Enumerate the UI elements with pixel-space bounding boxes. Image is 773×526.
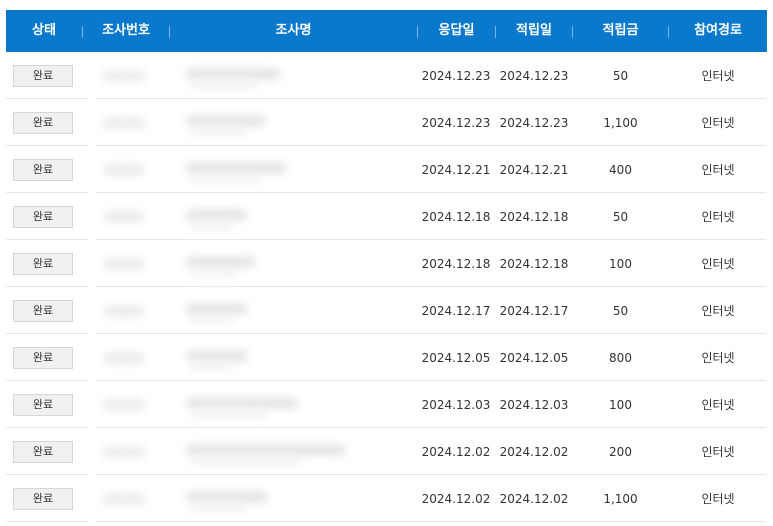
status-button[interactable]: 완료 [13, 346, 73, 369]
cell-participation-channel: 인터넷 [701, 68, 735, 83]
redacted-survey-name-line [190, 80, 257, 89]
status-button[interactable]: 완료 [13, 158, 73, 181]
redacted-survey-number [103, 116, 145, 129]
status-button[interactable]: 완료 [13, 487, 73, 510]
header-accrual-date: 적립일 [516, 23, 552, 38]
status-button[interactable]: 완료 [13, 205, 73, 228]
cell-response-date: 2024.12.05 [421, 350, 491, 365]
header-status: 상태 [32, 23, 56, 38]
header-survey-number: 조사번호 [102, 23, 150, 38]
cell-accrual-amount: 50 [612, 303, 629, 318]
redacted-survey-name [186, 490, 268, 503]
cell-response-date: 2024.12.18 [421, 209, 491, 224]
redacted-survey-number [103, 304, 145, 317]
cell-response-date: 2024.12.21 [421, 162, 491, 177]
cell-response-date: 2024.12.02 [421, 444, 491, 459]
cell-participation-channel: 인터넷 [701, 256, 735, 271]
status-button[interactable]: 완료 [13, 393, 73, 416]
header-survey-name: 조사명 [275, 23, 312, 38]
redacted-survey-number [103, 69, 145, 82]
redacted-survey-name [186, 161, 286, 174]
status-button[interactable]: 완료 [13, 111, 73, 134]
redacted-survey-name-line [190, 174, 260, 183]
header-response-date: 응답일 [438, 23, 475, 38]
cell-accrual-date: 2024.12.02 [499, 491, 569, 506]
cell-accrual-date: 2024.12.17 [499, 303, 569, 318]
redacted-survey-name [186, 114, 266, 127]
cell-accrual-amount: 1,100 [603, 491, 638, 506]
redacted-survey-name [186, 443, 346, 456]
redacted-survey-number [103, 210, 145, 223]
cell-accrual-amount: 100 [609, 397, 632, 412]
redacted-survey-name-line [190, 221, 233, 230]
cell-accrual-amount: 800 [609, 350, 632, 365]
redacted-survey-name [186, 208, 248, 221]
cell-response-date: 2024.12.18 [421, 256, 491, 271]
cell-participation-channel: 인터넷 [701, 397, 735, 412]
cell-response-date: 2024.12.23 [421, 68, 491, 83]
redacted-survey-number [103, 257, 145, 270]
cell-response-date: 2024.12.03 [421, 397, 491, 412]
cell-accrual-date: 2024.12.05 [499, 350, 569, 365]
cell-accrual-amount: 200 [609, 444, 632, 459]
header-accrual-amount: 적립금 [602, 23, 639, 38]
cell-participation-channel: 인터넷 [701, 350, 735, 365]
table-header: 상태 조사번호 조사명 응답일 적립일 적립금 참여경로 [6, 10, 767, 52]
cell-accrual-date: 2024.12.23 [499, 115, 569, 130]
redacted-survey-number [103, 445, 145, 458]
redacted-survey-number [103, 492, 145, 505]
redacted-survey-name-line [190, 362, 233, 371]
redacted-survey-number [103, 163, 145, 176]
row-divider [96, 521, 766, 522]
row-divider [6, 521, 88, 522]
redacted-survey-name-line [190, 456, 302, 465]
cell-participation-channel: 인터넷 [701, 209, 735, 224]
redacted-survey-name-line [190, 268, 239, 277]
cell-accrual-date: 2024.12.18 [499, 209, 569, 224]
cell-response-date: 2024.12.02 [421, 491, 491, 506]
header-participation-channel: 참여경로 [694, 23, 742, 38]
redacted-survey-name-line [190, 127, 246, 136]
cell-participation-channel: 인터넷 [701, 491, 735, 506]
redacted-survey-name-line [190, 315, 233, 324]
status-button[interactable]: 완료 [13, 64, 73, 87]
cell-participation-channel: 인터넷 [701, 444, 735, 459]
cell-accrual-date: 2024.12.02 [499, 444, 569, 459]
cell-accrual-amount: 50 [612, 209, 629, 224]
cell-accrual-date: 2024.12.03 [499, 397, 569, 412]
cell-accrual-date: 2024.12.23 [499, 68, 569, 83]
redacted-survey-number [103, 398, 145, 411]
cell-accrual-amount: 400 [609, 162, 632, 177]
cell-participation-channel: 인터넷 [701, 115, 735, 130]
redacted-survey-name-line [190, 409, 268, 418]
status-button[interactable]: 완료 [13, 440, 73, 463]
cell-participation-channel: 인터넷 [701, 162, 735, 177]
cell-response-date: 2024.12.17 [421, 303, 491, 318]
cell-response-date: 2024.12.23 [421, 115, 491, 130]
cell-accrual-date: 2024.12.21 [499, 162, 569, 177]
cell-accrual-amount: 1,100 [603, 115, 638, 130]
redacted-survey-name [186, 349, 248, 362]
cell-accrual-amount: 100 [609, 256, 632, 271]
redacted-survey-name-line [190, 503, 247, 512]
status-button[interactable]: 완료 [13, 299, 73, 322]
cell-accrual-amount: 50 [612, 68, 629, 83]
cell-accrual-date: 2024.12.18 [499, 256, 569, 271]
cell-participation-channel: 인터넷 [701, 303, 735, 318]
redacted-survey-name [186, 255, 256, 268]
redacted-survey-number [103, 351, 145, 364]
status-button[interactable]: 완료 [13, 252, 73, 275]
redacted-survey-name [186, 302, 248, 315]
redacted-survey-name [186, 67, 281, 80]
survey-history-table: 상태 조사번호 조사명 응답일 적립일 적립금 참여경로 완료 2024.12.2… [0, 0, 773, 526]
redacted-survey-name [186, 396, 298, 409]
